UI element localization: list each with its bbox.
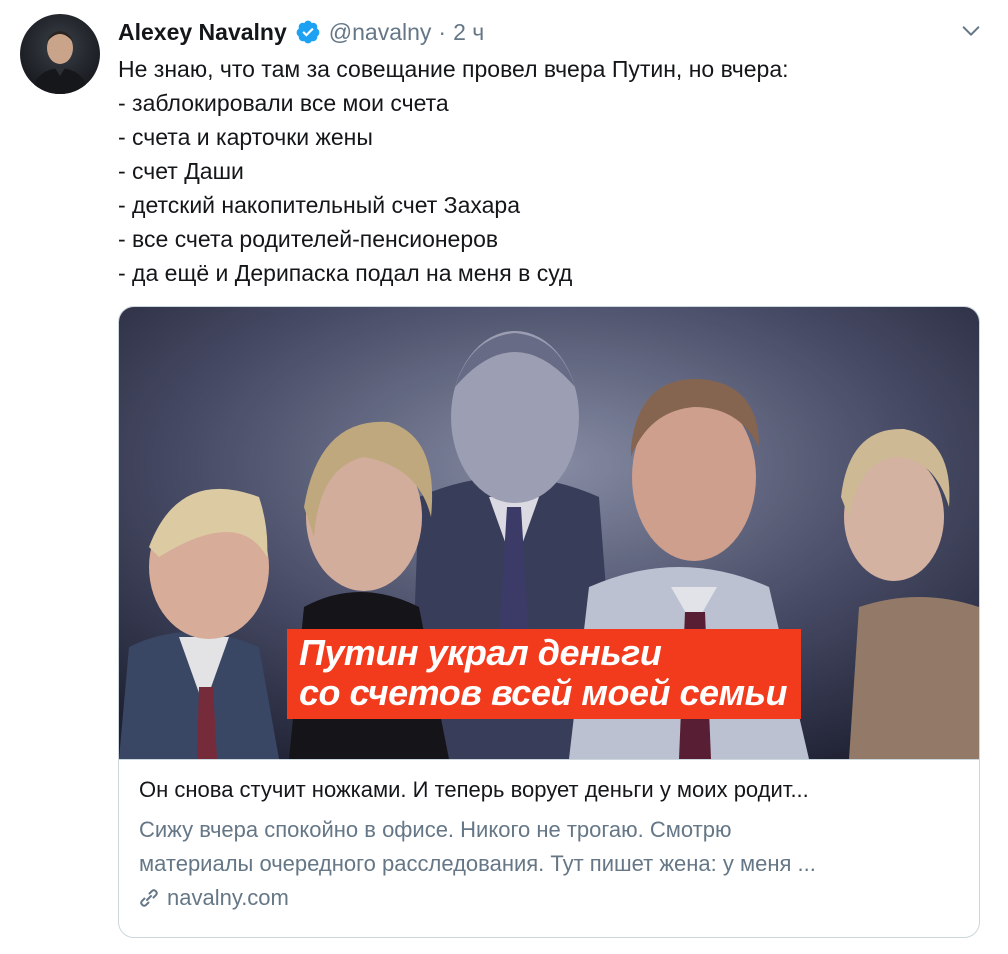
tweet-line: - детский накопительный счет Захара	[118, 192, 520, 218]
verified-badge-icon	[296, 20, 320, 44]
link-preview-card[interactable]: Путин украл деньги со счетов всей моей с…	[118, 306, 980, 938]
separator-dot: ·	[438, 18, 447, 45]
image-headline-line: Путин украл деньги	[299, 632, 662, 673]
image-headline-banner: Путин украл деньги со счетов всей моей с…	[287, 629, 802, 719]
avatar-photo	[32, 31, 88, 94]
tweet-line: - заблокировали все мои счета	[118, 90, 449, 116]
link-icon	[140, 889, 158, 907]
tweet-header: Alexey Navalny @navalny · 2 ч	[118, 15, 484, 49]
card-domain-text: navalny.com	[167, 885, 289, 910]
card-description-line: материалы очередного расследования. Тут …	[139, 851, 816, 876]
card-description: Сижу вчера спокойно в офисе. Никого не т…	[139, 813, 965, 881]
card-title: Он снова стучит ножками. И теперь ворует…	[139, 777, 809, 802]
chevron-down-icon[interactable]	[960, 20, 982, 42]
tweet-timestamp[interactable]: 2 ч	[453, 19, 484, 46]
image-headline-line: со счетов всей моей семьи	[299, 672, 788, 713]
tweet-line: - счет Даши	[118, 158, 244, 184]
author-avatar[interactable]	[20, 14, 100, 94]
card-image: Путин украл деньги со счетов всей моей с…	[119, 307, 979, 760]
author-name[interactable]: Alexey Navalny	[118, 19, 287, 46]
author-handle[interactable]: @navalny	[329, 19, 432, 46]
card-domain: navalny.com	[137, 885, 289, 911]
tweet-line: - все счета родителей-пенсионеров	[118, 226, 499, 252]
tweet-line: - счета и карточки жены	[118, 124, 373, 150]
tweet-line: Не знаю, что там за совещание провел вче…	[118, 56, 789, 82]
tweet-line: - да ещё и Дерипаска подал на меня в суд	[118, 260, 573, 286]
card-description-line: Сижу вчера спокойно в офисе. Никого не т…	[139, 817, 732, 842]
tweet-body: Не знаю, что там за совещание провел вче…	[118, 52, 978, 290]
